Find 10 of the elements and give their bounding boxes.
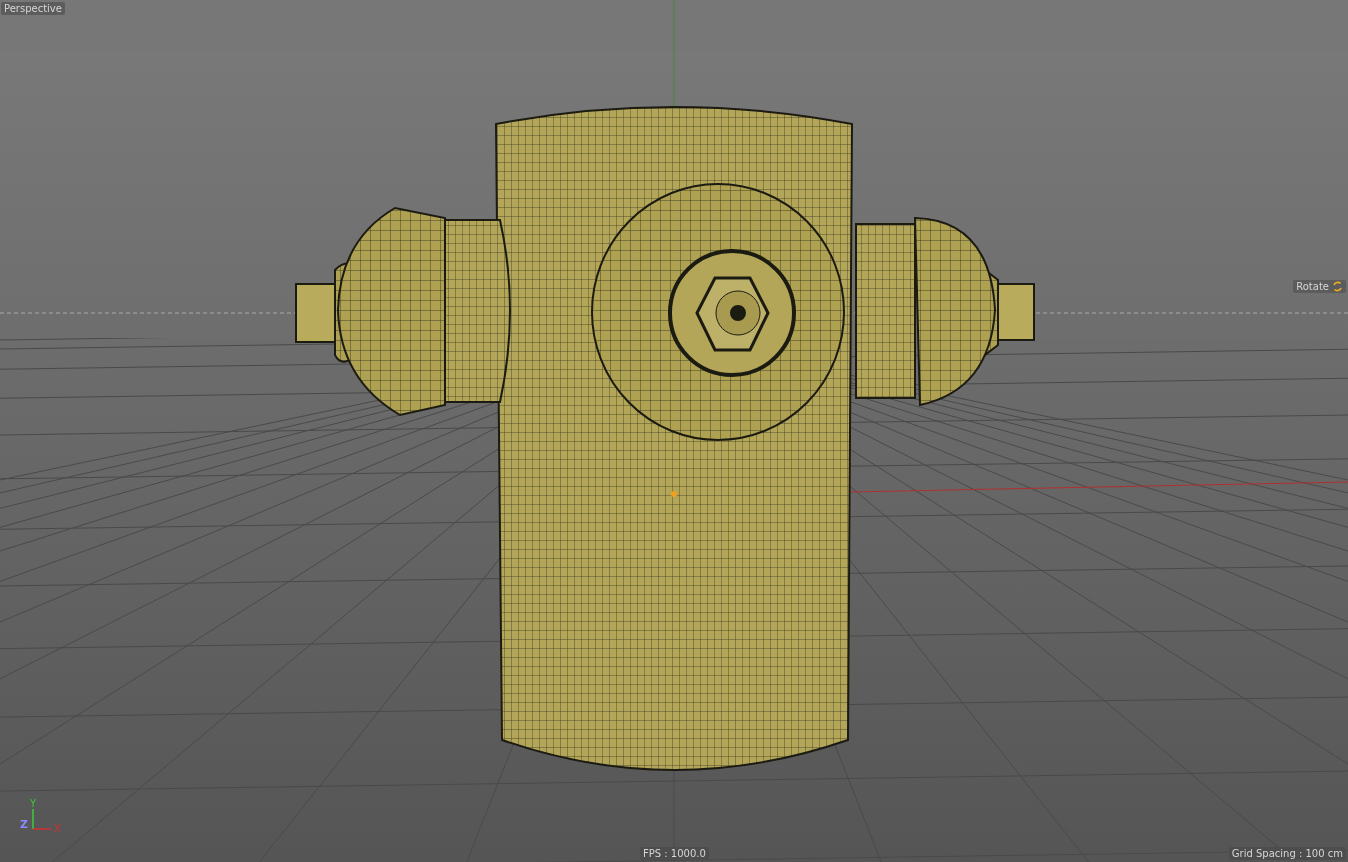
tool-label: Rotate xyxy=(1293,280,1346,293)
y-axis-label: Y xyxy=(30,798,37,809)
camera-label[interactable]: Perspective xyxy=(1,2,65,15)
viewport-canvas[interactable]: Perspective Rotate Y Z X FPS : 1000.0 Grid Spacing : 100 cm xyxy=(0,0,1348,862)
pivot-point-icon xyxy=(671,491,677,497)
grid-spacing-readout: Grid Spacing : 100 cm xyxy=(1228,847,1346,860)
fps-readout: FPS : 1000.0 xyxy=(640,847,709,860)
x-axis-label: X xyxy=(54,823,61,834)
z-axis-label: Z xyxy=(20,818,28,831)
rotate-icon xyxy=(1332,281,1343,292)
